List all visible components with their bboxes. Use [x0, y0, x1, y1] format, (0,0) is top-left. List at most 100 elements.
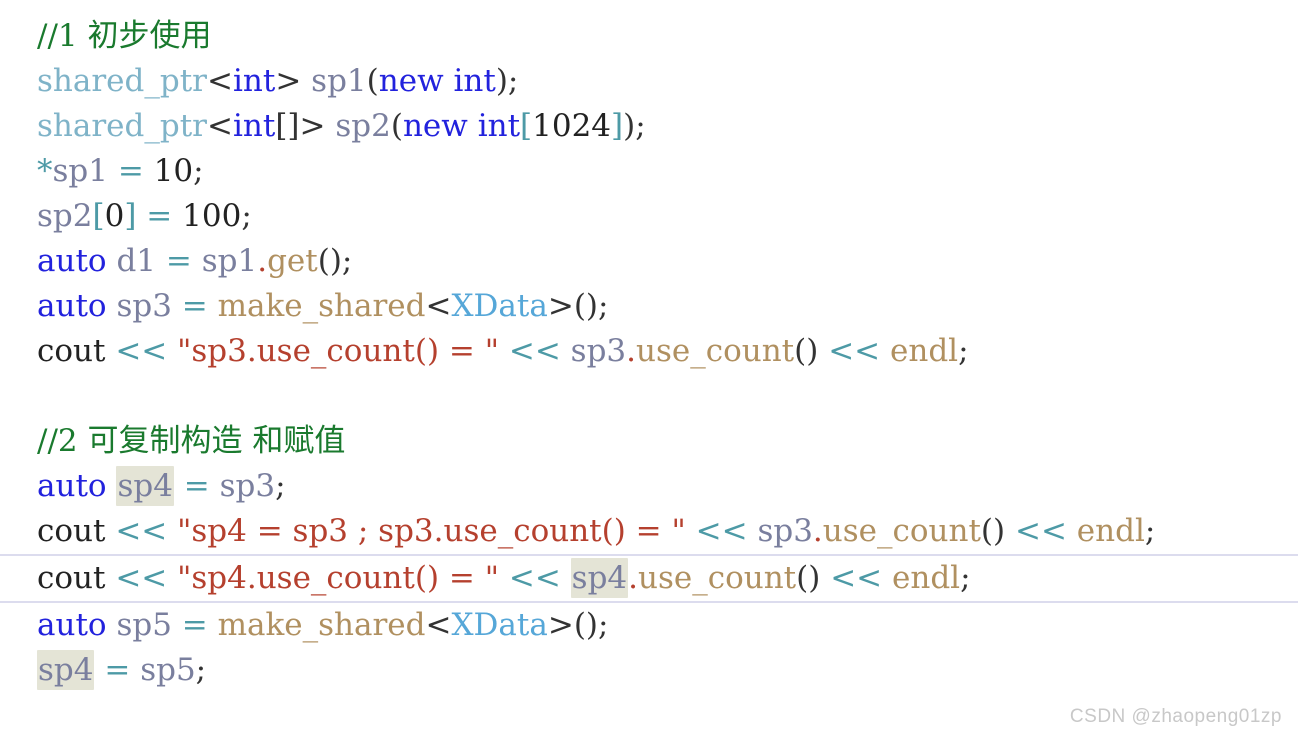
deref-operator: * — [37, 153, 53, 189]
code-line-9-blank[interactable] — [0, 374, 1298, 419]
variable-sp5: sp5 — [116, 607, 172, 643]
call-parens: () — [980, 513, 1006, 549]
variable-sp3: sp3 — [116, 288, 172, 324]
code-editor-pane[interactable]: //1 初步使用 shared_ptr<int> sp1(new int); s… — [0, 0, 1298, 736]
variable-sp4-highlighted: sp4 — [116, 466, 174, 506]
code-line-13-current[interactable]: cout << "sp4.use_count() = " << sp4.use_… — [0, 554, 1298, 603]
angle-close: > — [299, 108, 326, 144]
variable-sp3: sp3 — [219, 468, 276, 504]
semicolon: ; — [275, 468, 286, 504]
variable-sp1: sp1 — [311, 63, 367, 99]
variable-d1: d1 — [116, 243, 157, 279]
method-use-count: use_count — [638, 560, 797, 596]
member-dot: . — [812, 513, 823, 549]
keyword-int: int — [232, 108, 276, 144]
code-line-4[interactable]: *sp1 = 10; — [0, 149, 1298, 194]
code-line-3[interactable]: shared_ptr<int[]> sp2(new int[1024]); — [0, 104, 1298, 149]
semicolon: ; — [960, 560, 971, 596]
stream-cout: cout — [37, 513, 106, 549]
stream-endl: endl — [892, 560, 961, 596]
code-line-10[interactable]: //2 可复制构造 和赋值 — [0, 419, 1298, 464]
code-line-5[interactable]: sp2[0] = 100; — [0, 194, 1298, 239]
semicolon: ; — [1144, 513, 1156, 549]
member-dot: . — [257, 243, 268, 279]
keyword-auto: auto — [37, 607, 107, 643]
code-line-8[interactable]: cout << "sp3.use_count() = " << sp3.use_… — [0, 329, 1298, 374]
code-line-1[interactable]: //1 初步使用 — [0, 14, 1298, 59]
call-parens-semi: (); — [573, 607, 609, 643]
string-literal: "sp4.use_count() = " — [177, 560, 499, 596]
code-line-7[interactable]: auto sp3 = make_shared<XData>(); — [0, 284, 1298, 329]
assign-operator: = — [165, 243, 192, 279]
keyword-new: new — [378, 63, 444, 99]
class-xdata: XData — [451, 607, 548, 643]
comment-token: //1 初步使用 — [37, 18, 212, 54]
function-make-shared: make_shared — [217, 607, 426, 643]
member-dot: . — [626, 333, 636, 369]
call-parens-semi: (); — [317, 243, 353, 279]
type-token-shared-ptr: shared_ptr — [37, 63, 207, 99]
shift-operator: << — [508, 560, 561, 596]
code-line-6[interactable]: auto d1 = sp1.get(); — [0, 239, 1298, 284]
code-line-2[interactable]: shared_ptr<int> sp1(new int); — [0, 59, 1298, 104]
shift-operator: << — [115, 560, 168, 596]
keyword-new: new — [402, 108, 468, 144]
angle-close: > — [547, 607, 574, 643]
method-use-count: use_count — [822, 513, 981, 549]
stream-cout: cout — [37, 560, 106, 596]
assign-operator: = — [181, 607, 208, 643]
code-line-15[interactable]: sp4 = sp5; — [0, 648, 1298, 693]
code-line-11[interactable]: auto sp4 = sp3; — [0, 464, 1298, 509]
paren-close-semi: ); — [495, 63, 519, 99]
semicolon: ; — [195, 652, 207, 688]
code-line-14[interactable]: auto sp5 = make_shared<XData>(); — [0, 603, 1298, 648]
assign-operator: = — [104, 652, 131, 688]
class-xdata: XData — [451, 288, 548, 324]
index-0: 0 — [104, 198, 125, 234]
call-parens-semi: (); — [573, 288, 609, 324]
variable-sp1: sp1 — [201, 243, 258, 279]
call-parens: () — [794, 333, 819, 369]
function-make-shared: make_shared — [217, 288, 426, 324]
angle-open: < — [425, 288, 452, 324]
keyword-auto: auto — [37, 468, 107, 504]
member-dot: . — [628, 560, 638, 596]
angle-open: < — [207, 108, 233, 144]
keyword-int: int — [477, 108, 521, 144]
code-line-12[interactable]: cout << "sp4 = sp3 ; sp3.use_count() = "… — [0, 509, 1298, 554]
keyword-int: int — [453, 63, 496, 99]
angle-close: > — [547, 288, 574, 324]
shift-operator: << — [828, 333, 881, 369]
assign-operator: = — [146, 198, 173, 234]
method-use-count: use_count — [636, 333, 795, 369]
variable-sp2: sp2 — [335, 108, 391, 144]
